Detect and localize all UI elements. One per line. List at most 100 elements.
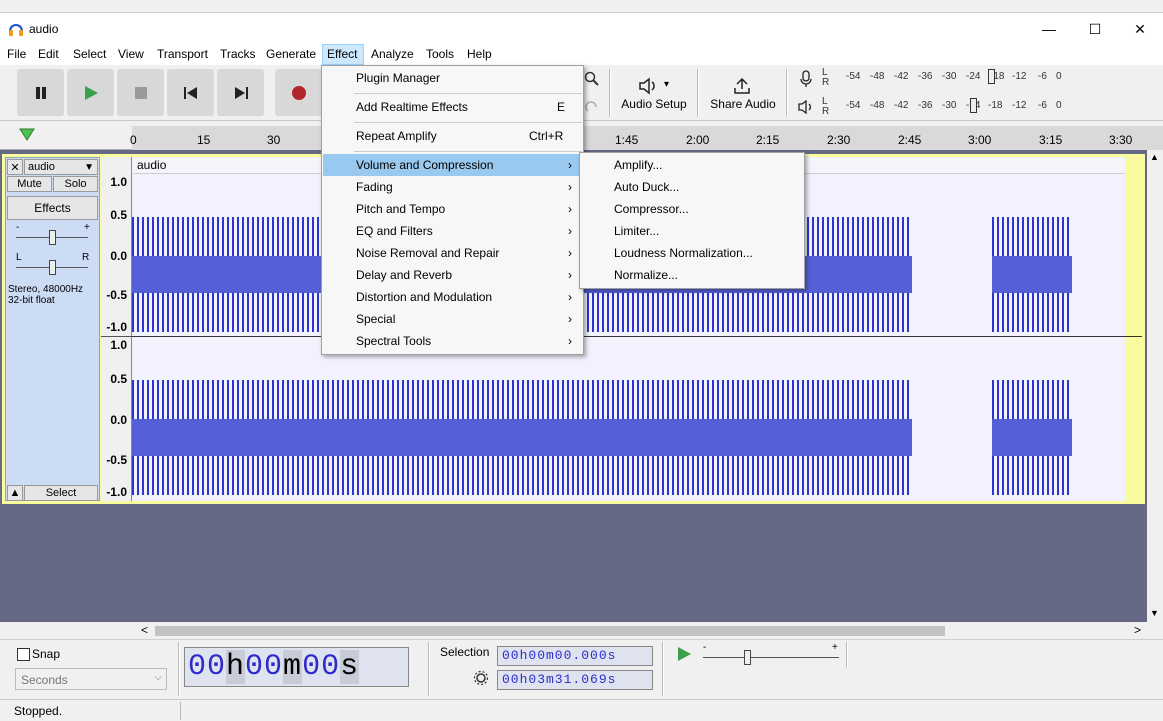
skip-to-end-button[interactable] [217,69,264,116]
menu-tools[interactable]: Tools [426,47,454,61]
selection-start-time[interactable]: 00h00m00.000s [497,646,653,666]
menu-item-label: Special [356,312,396,326]
snap-checkbox[interactable] [17,648,30,661]
playback-speaker-icon[interactable] [797,99,815,115]
time-display[interactable]: 00h00m00s [184,647,409,687]
scale-label: 0.5 [110,372,127,386]
play-button[interactable] [67,69,114,116]
stop-button[interactable] [117,69,164,116]
time-hours-unit: h [226,650,246,684]
scroll-left-icon[interactable]: < [141,623,148,637]
waveform-channel-right[interactable] [132,337,1125,501]
playback-meter[interactable]: L R -54 -48 -42 -36 -30 -24 -18 -12 -6 0 [820,96,1065,117]
redo-icon[interactable] [584,99,600,115]
submenu-arrow-icon: › [568,268,572,282]
audio-setup-button[interactable]: ▾ Audio Setup [618,69,690,117]
menu-tracks[interactable]: Tracks [220,47,256,61]
submenu-item-loudness-normalization[interactable]: Loudness Normalization... [581,242,803,264]
submenu-item-normalize[interactable]: Normalize... [581,264,803,286]
amplitude-scale[interactable]: 1.0 0.5 0.0 -0.5 -1.0 1.0 0.5 0.0 -0.5 -… [101,157,132,501]
menu-generate[interactable]: Generate [266,47,316,61]
timeline-options-icon[interactable] [18,126,36,142]
menu-file[interactable]: File [7,47,26,61]
play-speed-plus: + [832,642,838,653]
menu-item-repeat-amplify[interactable]: Repeat Amplify Ctrl+R [323,125,582,147]
menu-item-label: Delay and Reverb [356,268,453,282]
waveform-gap [1072,217,1125,332]
menu-item-eq-and-filters[interactable]: EQ and Filters › [323,220,582,242]
menu-view[interactable]: View [118,47,144,61]
scale-label: -0.5 [106,288,127,302]
horizontal-scrollbar[interactable]: < > [0,622,1163,639]
menu-effect[interactable]: Effect [327,47,357,61]
submenu-item-limiter[interactable]: Limiter... [581,220,803,242]
submenu-item-auto-duck[interactable]: Auto Duck... [581,176,803,198]
play-speed-track[interactable] [703,657,839,658]
menu-item-plugin-manager[interactable]: Plugin Manager [323,67,582,89]
track-effects-button[interactable]: Effects [7,196,98,220]
meter-tick: -6 [1038,71,1047,82]
menu-item-fading[interactable]: Fading › [323,176,582,198]
menu-analyze[interactable]: Analyze [371,47,414,61]
collapse-track-button[interactable]: ▲ [7,485,23,501]
play-speed-thumb[interactable] [744,650,751,665]
share-audio-button[interactable]: Share Audio [706,69,780,117]
play-speed-minus: - [703,642,707,653]
track-close-button[interactable]: ✕ [7,159,23,175]
vertical-scrollbar[interactable]: ▲ ▼ [1147,150,1163,622]
menu-transport[interactable]: Transport [157,47,208,61]
selection-end-time[interactable]: 00h03m31.069s [497,670,653,690]
minimize-button[interactable]: — [1026,13,1072,45]
record-button[interactable] [275,69,322,116]
status-bar: Stopped. [0,699,1163,721]
clip-name: audio [137,158,167,172]
scroll-up-icon[interactable]: ▲ [1150,152,1159,162]
meter-channel-r: R [822,77,830,88]
submenu-item-amplify[interactable]: Amplify... [581,154,803,176]
microphone-icon[interactable] [799,70,813,88]
meter-tick: -12 [1012,100,1027,111]
select-track-button[interactable]: Select [24,485,98,501]
share-icon [734,77,750,94]
meter-tick: -12 [1012,71,1027,82]
menu-edit[interactable]: Edit [38,47,59,61]
maximize-button[interactable]: ☐ [1072,13,1118,45]
track-name: audio [28,161,55,173]
scroll-right-icon[interactable]: > [1134,623,1141,637]
menu-item-special[interactable]: Special › [323,308,582,330]
gear-icon[interactable] [473,670,489,686]
menu-item-volume-and-compression[interactable]: Volume and Compression › [323,154,582,176]
solo-button[interactable]: Solo [53,176,98,192]
track-menu-button[interactable]: audio ▼ [24,159,98,175]
horizontal-scroll-thumb[interactable] [155,626,945,636]
menu-item-distortion-and-modulation[interactable]: Distortion and Modulation › [323,286,582,308]
play-at-speed-icon[interactable] [676,646,692,662]
menu-item-spectral-tools[interactable]: Spectral Tools › [323,330,582,352]
submenu-item-compressor[interactable]: Compressor... [581,198,803,220]
meter-slider-thumb[interactable] [970,98,977,113]
pause-button[interactable] [17,69,64,116]
toolbar-separator [609,69,611,117]
recording-meter[interactable]: L R -54 -48 -42 -36 -30 -24 -18 -12 -6 0 [820,67,1065,88]
menu-help[interactable]: Help [467,47,492,61]
meter-slider-thumb[interactable] [988,69,995,84]
scale-label: -0.5 [106,453,127,467]
menu-item-pitch-and-tempo[interactable]: Pitch and Tempo › [323,198,582,220]
volume-compression-submenu: Amplify... Auto Duck... Compressor... Li… [579,152,805,289]
gain-slider-thumb[interactable] [49,230,56,245]
zoom-icon[interactable] [584,71,600,87]
meter-tick: -6 [1038,100,1047,111]
gain-plus-label: + [84,222,90,233]
scroll-down-icon[interactable]: ▼ [1150,608,1159,618]
menu-select[interactable]: Select [73,47,106,61]
skip-to-start-button[interactable] [167,69,214,116]
menu-item-add-realtime-effects[interactable]: Add Realtime Effects E [323,96,582,118]
submenu-arrow-icon: › [568,290,572,304]
menu-item-delay-and-reverb[interactable]: Delay and Reverb › [323,264,582,286]
ruler-tick: 2:45 [898,133,922,147]
mute-button[interactable]: Mute [7,176,52,192]
pan-slider-thumb[interactable] [49,260,56,275]
close-window-button[interactable]: ✕ [1117,13,1163,45]
snap-unit-select[interactable]: Seconds ⌵ [15,668,167,690]
menu-item-noise-removal-and-repair[interactable]: Noise Removal and Repair › [323,242,582,264]
